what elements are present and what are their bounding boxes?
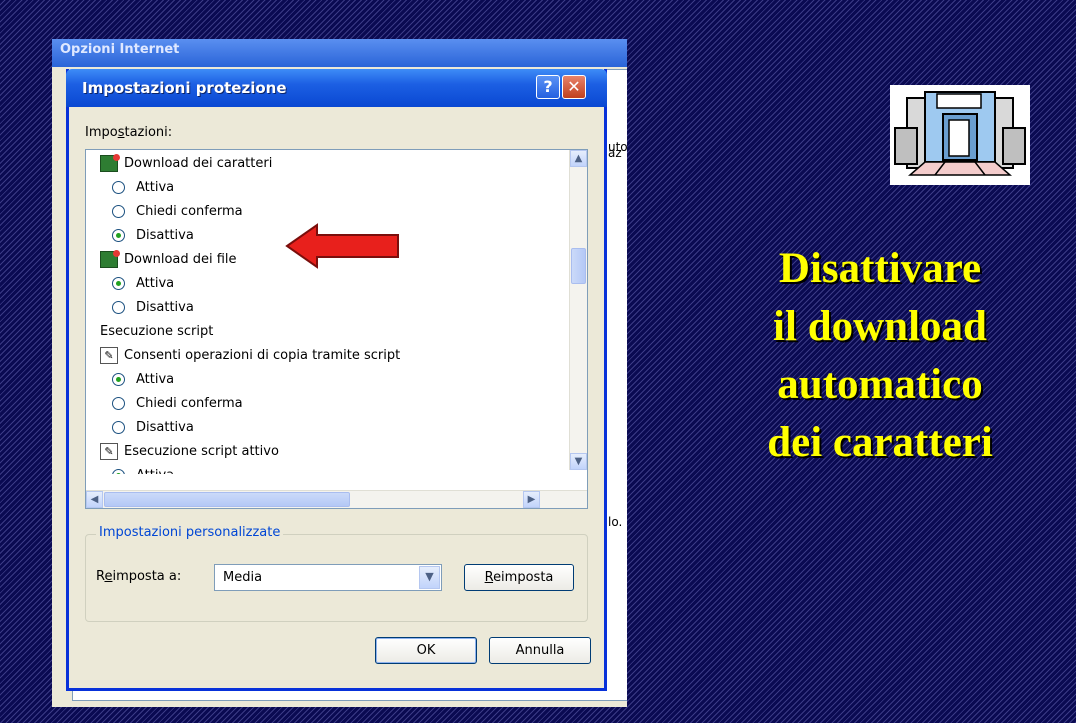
option-label: Attiva: [136, 180, 175, 195]
list-item-label: Esecuzione script attivo: [124, 444, 279, 459]
radio-button[interactable]: [112, 397, 125, 410]
category-label: Esecuzione script: [100, 324, 214, 339]
select-value: Media: [223, 570, 263, 585]
option-copy-prompt[interactable]: Chiedi conferma: [86, 392, 566, 416]
option-label: Attiva: [136, 464, 174, 474]
script-icon: ✎: [100, 443, 118, 460]
button-label: eimposta: [493, 570, 554, 585]
horizontal-scroll-thumb[interactable]: [104, 492, 350, 507]
radio-button[interactable]: [112, 181, 125, 194]
group-label: Impostazioni personalizzate: [96, 525, 284, 540]
script-icon: ✎: [100, 347, 118, 364]
radio-button-selected[interactable]: [112, 373, 125, 386]
radio-button[interactable]: [112, 205, 125, 218]
scroll-right-icon[interactable]: ▶: [523, 491, 540, 508]
radio-button[interactable]: [112, 301, 125, 314]
caption-line: Disattivare: [778, 245, 982, 292]
list-item-label: Consenti operazioni di copia tramite scr…: [124, 348, 401, 363]
list-item-label: Download dei caratteri: [124, 156, 273, 171]
scroll-left-icon[interactable]: ◀: [86, 491, 103, 508]
settings-label-part: tazioni:: [124, 125, 173, 140]
settings-tree-list[interactable]: Download dei caratteri Attiva Chiedi con…: [85, 149, 588, 509]
radio-button-selected[interactable]: [112, 277, 125, 290]
secure-floppy-castle-icon: [890, 85, 1030, 185]
caption-line: dei caratteri: [767, 419, 993, 466]
slide-caption: Disattivare il download automatico dei c…: [690, 240, 1070, 472]
security-setting-icon: [100, 250, 120, 268]
option-active-enable[interactable]: Attiva: [86, 464, 566, 474]
option-label: Disattiva: [136, 300, 194, 315]
reset-to-label: Reimposta a:: [96, 569, 181, 584]
option-copy-enable[interactable]: Attiva: [86, 368, 566, 392]
settings-label-part: Impo: [85, 125, 118, 140]
security-setting-icon: [100, 154, 120, 172]
option-copy-disable[interactable]: Disattiva: [86, 416, 566, 440]
help-button[interactable]: ?: [536, 75, 560, 99]
option-fonts-enable[interactable]: Attiva: [86, 176, 566, 200]
option-label: Disattiva: [136, 420, 194, 435]
list-item-label: Download dei file: [124, 252, 237, 267]
custom-settings-group: Impostazioni personalizzate Reimposta a:…: [85, 525, 588, 622]
option-label: Chiedi conferma: [136, 396, 243, 411]
option-label: Attiva: [136, 276, 175, 291]
security-level-select[interactable]: Media ▼: [214, 564, 442, 591]
caption-line: automatico: [777, 361, 983, 408]
option-label: Disattiva: [136, 228, 194, 243]
dialog-titlebar[interactable]: Impostazioni protezione ? ✕: [66, 69, 607, 107]
close-button[interactable]: ✕: [562, 75, 586, 99]
label-part: imposta a:: [112, 569, 182, 584]
reset-button[interactable]: Reimposta: [464, 564, 574, 591]
button-accesskey: R: [484, 570, 494, 585]
vertical-scrollbar[interactable]: ▲ ▼: [569, 150, 587, 470]
radio-button-selected[interactable]: [112, 469, 125, 474]
option-label: Chiedi conferma: [136, 204, 243, 219]
option-files-disable[interactable]: Disattiva: [86, 296, 566, 320]
option-files-enable[interactable]: Attiva: [86, 272, 566, 296]
option-fonts-prompt[interactable]: Chiedi conferma: [86, 200, 566, 224]
radio-button-selected[interactable]: [112, 229, 125, 242]
ok-button[interactable]: OK: [375, 637, 477, 664]
security-settings-dialog: Impostazioni protezione ? ✕ Impostazioni…: [66, 69, 607, 691]
horizontal-scrollbar[interactable]: ◀ ▶: [86, 490, 587, 508]
settings-label: Impostazioni:: [85, 125, 172, 140]
option-label: Attiva: [136, 372, 175, 387]
radio-button[interactable]: [112, 421, 125, 434]
cancel-button[interactable]: Annulla: [489, 637, 591, 664]
caption-line: il download: [773, 303, 987, 350]
chevron-down-icon[interactable]: ▼: [419, 566, 440, 589]
vertical-scroll-thumb[interactable]: [571, 248, 586, 284]
dialog-title: Impostazioni protezione: [82, 79, 287, 97]
background-text-fragment: az: [608, 146, 622, 160]
background-window-title: Opzioni Internet: [52, 39, 627, 67]
red-arrow-icon: [285, 223, 399, 269]
scroll-up-icon[interactable]: ▲: [570, 150, 587, 167]
background-text-fragment: lo.: [608, 515, 623, 529]
scroll-down-icon[interactable]: ▼: [570, 453, 587, 470]
